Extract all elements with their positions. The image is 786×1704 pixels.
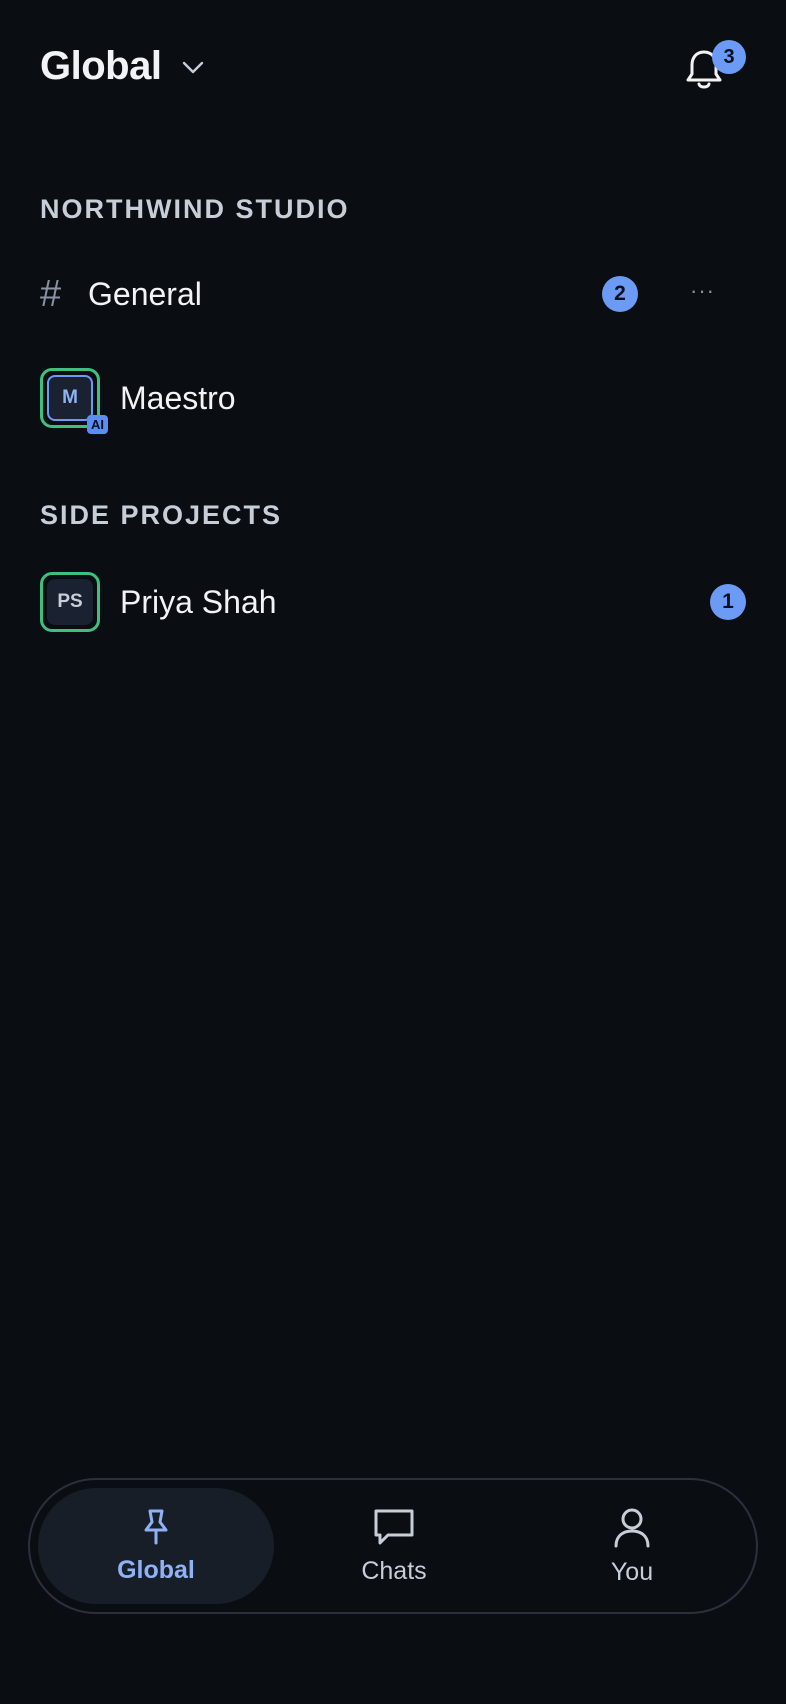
section-title-northwind-studio: NORTHWIND STUDIO [40,194,350,224]
channel-item-general[interactable]: # General 2 ··· [40,264,746,324]
avatar-initials: M [47,375,93,421]
notifications-button[interactable]: 3 [676,40,746,96]
tab-you[interactable]: You [514,1488,750,1604]
chevron-down-icon [181,56,205,80]
tab-label: Global [117,1555,195,1584]
pin-icon [144,1509,168,1544]
bot-item-maestro[interactable]: M AI Maestro [40,368,746,434]
unread-badge: 2 [602,276,638,312]
page-title: Global [40,43,162,88]
more-options-icon[interactable]: ··· [690,278,715,304]
section-title-side-projects: SIDE PROJECTS [40,500,283,530]
avatar: M AI [40,368,108,434]
hash-icon: # [40,272,62,315]
workspace-switcher[interactable]: Global [40,36,205,96]
ai-badge: AI [87,415,108,434]
notification-count-badge: 3 [712,40,746,74]
dm-label: Priya Shah [120,583,277,620]
tab-chats[interactable]: Chats [276,1488,512,1604]
chat-bubble-icon [374,1509,414,1544]
unread-badge: 1 [710,584,746,620]
bot-label: Maestro [120,379,236,416]
user-icon [614,1508,650,1547]
channel-label: General [88,275,202,312]
avatar-initials: PS [47,579,93,625]
bottom-nav: Global Chats You [28,1478,758,1614]
dm-item-priya-shah[interactable]: PS Priya Shah 1 [40,572,746,632]
tab-label: You [610,1557,654,1586]
avatar: PS [40,572,100,632]
tab-label: Chats [361,1556,427,1585]
tab-global[interactable]: Global [38,1488,274,1604]
